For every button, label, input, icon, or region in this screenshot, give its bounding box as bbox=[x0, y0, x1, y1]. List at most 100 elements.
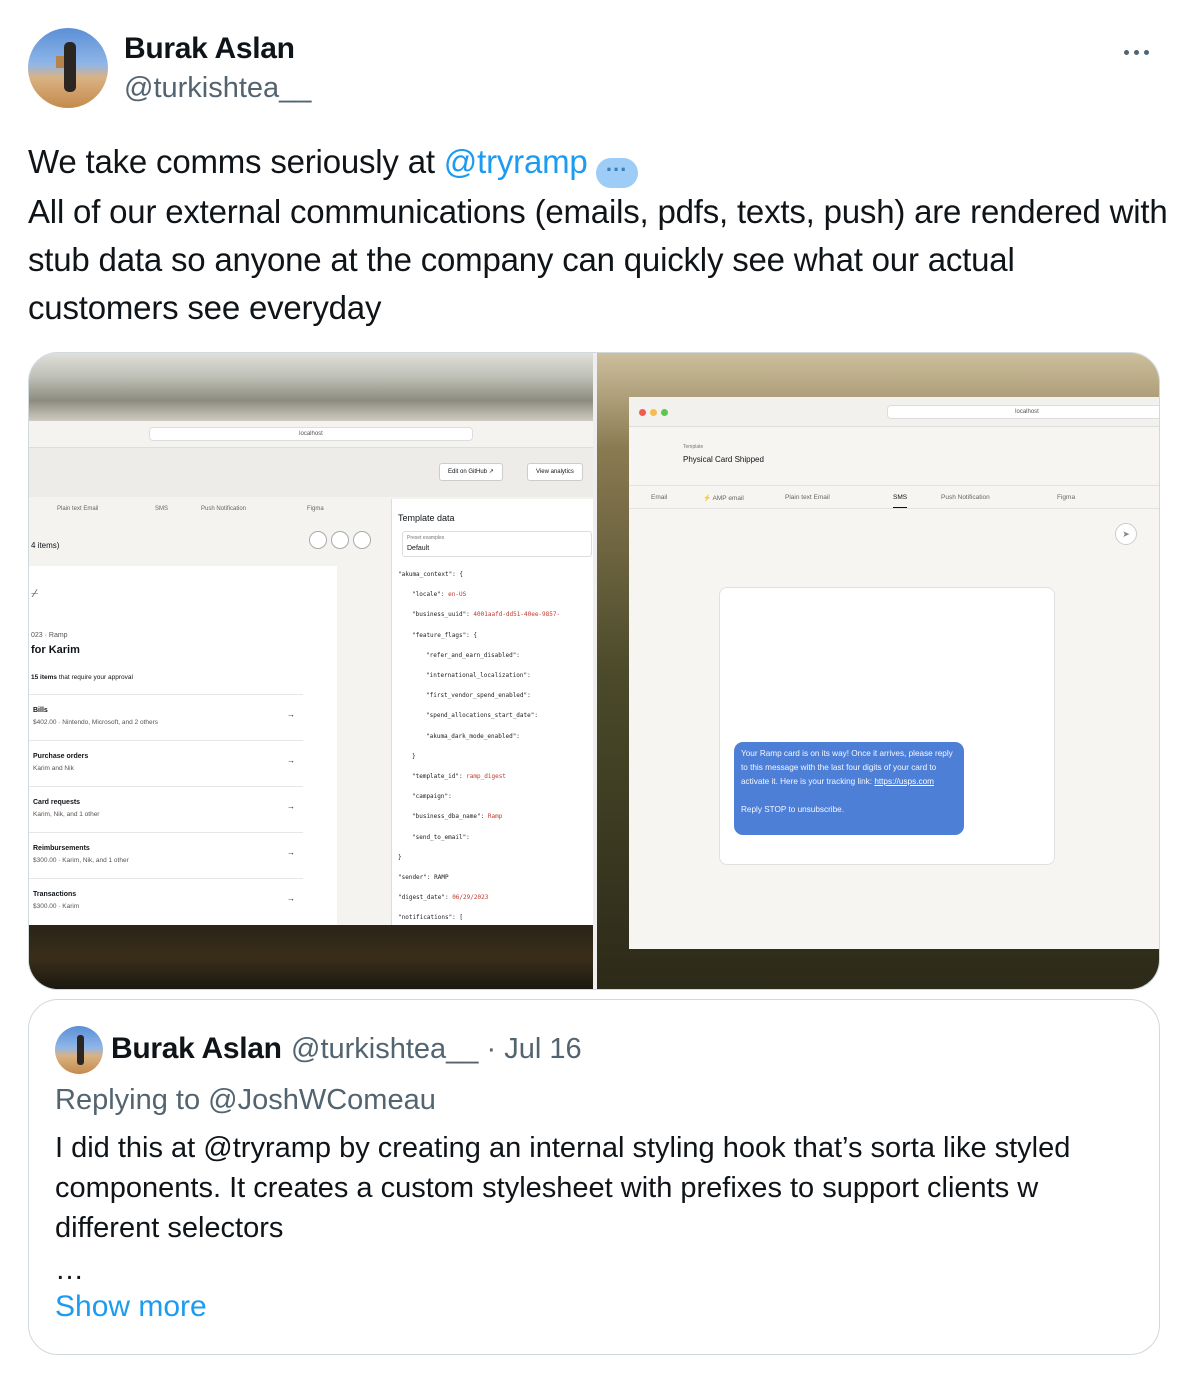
code-key: "feature_flags": { bbox=[412, 631, 478, 639]
author-handle[interactable]: @turkishtea__ bbox=[124, 72, 311, 105]
card-subtitle: 15 items that require your approval bbox=[31, 674, 133, 681]
code-line: } bbox=[412, 753, 416, 760]
tab-plain-text-email[interactable]: Plain text Email bbox=[57, 506, 98, 512]
tab-sms[interactable]: SMS bbox=[155, 506, 168, 512]
tab-plain-text-email[interactable]: Plain text Email bbox=[785, 494, 830, 501]
close-dot-icon[interactable] bbox=[639, 409, 646, 416]
list-item[interactable]: Transactions $300.00 · Karim → bbox=[29, 878, 303, 923]
code-line: "spend_allocations_start_date": bbox=[426, 712, 538, 719]
quoted-ellipsis: … bbox=[55, 1254, 84, 1286]
author-avatar[interactable] bbox=[28, 28, 108, 108]
code-key: "campaign": bbox=[412, 793, 452, 801]
maximize-dot-icon[interactable] bbox=[661, 409, 668, 416]
card-subtitle-count: 15 items bbox=[31, 674, 58, 681]
eye-icon[interactable] bbox=[309, 531, 327, 549]
list-item-desc: $402.00 · Nintendo, Microsoft, and 2 oth… bbox=[33, 719, 159, 726]
code-line: "send_to_email": bbox=[412, 834, 470, 841]
send-icon[interactable]: ➤ bbox=[1115, 523, 1137, 545]
minimize-dot-icon[interactable] bbox=[650, 409, 657, 416]
code-key: "akuma_context": { bbox=[398, 571, 464, 578]
code-line: "campaign": bbox=[412, 793, 452, 800]
card-title: for Karim bbox=[31, 644, 80, 656]
code-line: "akuma_context": { bbox=[398, 571, 463, 578]
replying-to: Replying to @JoshWComeau bbox=[55, 1084, 436, 1116]
preset-value: Default bbox=[407, 545, 430, 552]
list-item-name: Transactions bbox=[33, 891, 77, 898]
code-key: "notifications": [ bbox=[398, 914, 464, 922]
code-key: "locale": bbox=[412, 591, 449, 599]
preset-select[interactable]: Preset examples Default bbox=[402, 531, 592, 557]
list-item[interactable]: Reimbursements $300.00 · Karim, Nik, and … bbox=[29, 832, 303, 877]
code-line: "refer_and_earn_disabled": bbox=[426, 652, 520, 659]
media-gallery[interactable]: localhost Edit on GitHub ↗ View analytic… bbox=[28, 352, 1160, 990]
phone-icon[interactable] bbox=[353, 531, 371, 549]
tab-sms[interactable]: SMS bbox=[893, 494, 908, 508]
list-item[interactable]: Bills $402.00 · Nintendo, Microsoft, and … bbox=[29, 694, 303, 739]
tweet-text: We take comms seriously at @tryramp ··· A… bbox=[28, 138, 1168, 332]
tab-push-notification[interactable]: Push Notification bbox=[941, 494, 990, 501]
more-horizontal-icon[interactable] bbox=[1124, 42, 1156, 55]
code-line: "business_dba_name": Ramp bbox=[412, 813, 502, 820]
code-value: 06/29/2023 bbox=[452, 894, 489, 902]
card-subtitle-text: that require your approval bbox=[57, 674, 133, 681]
list-item[interactable]: Purchase orders Karim and Nik → bbox=[29, 740, 303, 785]
list-item-desc: Karim and Nik bbox=[33, 765, 74, 772]
list-item[interactable]: Card requests Karim, Nik, and 1 other → bbox=[29, 786, 303, 831]
quoted-tweet[interactable]: Burak Aslan @turkishtea__ · Jul 16 Reply… bbox=[28, 999, 1160, 1355]
tab-push-notification[interactable]: Push Notification bbox=[201, 506, 246, 512]
preview-action-icons bbox=[309, 531, 375, 554]
list-item-desc: Karim, Nik, and 1 other bbox=[33, 811, 100, 818]
tracking-link[interactable]: https://usps.com bbox=[874, 777, 934, 786]
code-key: "first_vendor_spend_enabled": bbox=[426, 692, 531, 700]
panel-title: Template data bbox=[398, 513, 455, 523]
send-icon[interactable] bbox=[331, 531, 349, 549]
quoted-author-avatar bbox=[55, 1026, 103, 1074]
url-bar[interactable]: localhost bbox=[149, 427, 473, 441]
template-data-panel: Template data Preset examples Default "a… bbox=[391, 499, 593, 942]
edit-on-github-button[interactable]: Edit on GitHub ↗ bbox=[439, 463, 503, 481]
code-value: ramp_digest bbox=[466, 773, 506, 780]
code-key: "international_localization": bbox=[426, 672, 531, 679]
code-line: } bbox=[398, 854, 402, 861]
screenshot-right[interactable]: localhost Template Physical Card Shipped… bbox=[597, 353, 1159, 989]
code-value: 4001aafd-dd51-40ee-9857- bbox=[473, 611, 561, 619]
items-count: 4 items) bbox=[31, 541, 60, 550]
browser-chrome: localhost bbox=[629, 397, 1159, 427]
tab-figma[interactable]: Figma bbox=[307, 506, 324, 512]
arrow-right-icon: → bbox=[287, 802, 295, 811]
background-sky bbox=[29, 353, 593, 421]
code-key: "spend_allocations_start_date": bbox=[426, 712, 538, 720]
code-line: "feature_flags": { bbox=[412, 632, 477, 639]
code-value: Ramp bbox=[487, 813, 503, 821]
code-key: "send_to_email": bbox=[412, 833, 470, 841]
screenshot-left[interactable]: localhost Edit on GitHub ↗ View analytic… bbox=[29, 353, 593, 989]
tab-email[interactable]: Email bbox=[651, 494, 667, 501]
list-item-name: Purchase orders bbox=[33, 753, 89, 760]
view-analytics-button[interactable]: View analytics bbox=[527, 463, 583, 481]
speech-bubble-icon: ··· bbox=[595, 158, 638, 188]
sms-bubble: Your Ramp card is on its way! Once it ar… bbox=[734, 742, 964, 835]
author-name[interactable]: Burak Aslan bbox=[124, 32, 295, 66]
sms-preview-window: localhost Template Physical Card Shipped… bbox=[629, 397, 1159, 949]
template-select[interactable]: Physical Card Shipped bbox=[683, 455, 764, 464]
code-line: "sender": RAMP bbox=[398, 874, 449, 881]
show-more-link[interactable]: Show more bbox=[55, 1290, 207, 1324]
background-landscape bbox=[29, 925, 593, 989]
code-key: "sender": RAMP bbox=[398, 874, 449, 881]
toolbar bbox=[29, 447, 593, 497]
mention-tryramp[interactable]: @tryramp bbox=[444, 143, 588, 180]
code-line: "akuma_dark_mode_enabled": bbox=[426, 733, 520, 740]
tab-figma[interactable]: Figma bbox=[1057, 494, 1075, 501]
tweet-text-body: All of our external communications (emai… bbox=[28, 193, 1168, 326]
code-line: "template_id": ramp_digest bbox=[412, 773, 506, 780]
code-line: "notifications": [ bbox=[398, 914, 463, 921]
arrow-right-icon: → bbox=[287, 710, 295, 719]
code-key: "refer_and_earn_disabled": bbox=[426, 651, 520, 659]
template-preview-window: localhost Edit on GitHub ↗ View analytic… bbox=[29, 421, 593, 942]
sms-footer: Reply STOP to unsubscribe. bbox=[741, 805, 845, 814]
tweet-text-intro: We take comms seriously at bbox=[28, 143, 444, 180]
code-key: "business_dba_name": bbox=[412, 813, 488, 821]
url-bar[interactable]: localhost bbox=[887, 405, 1159, 419]
tab-amp-email[interactable]: ⚡ AMP email bbox=[703, 494, 744, 502]
list-item-name: Card requests bbox=[33, 799, 81, 806]
